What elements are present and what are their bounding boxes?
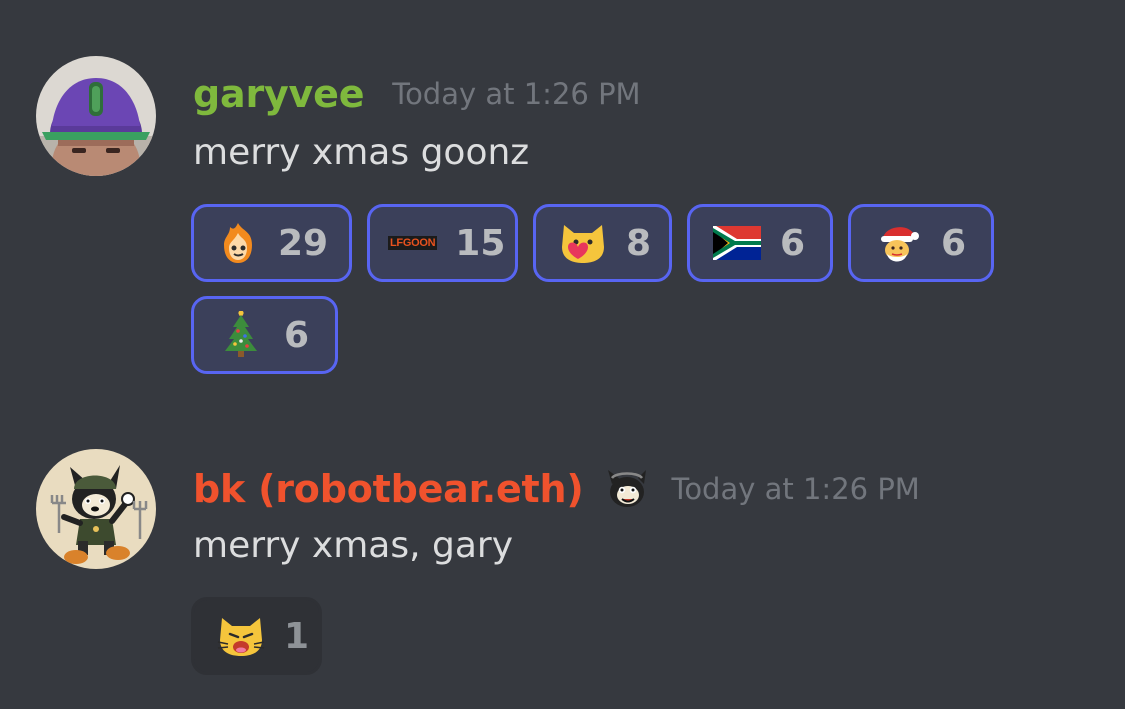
avatar[interactable]: [36, 56, 156, 176]
message-header: garyvee Today at 1:26 PM: [193, 70, 641, 118]
reaction-christmas-tree[interactable]: 6: [191, 296, 338, 374]
goon-badge-icon[interactable]: [604, 466, 650, 512]
fire-goon-emoji: [216, 221, 260, 265]
timestamp[interactable]: Today at 1:26 PM: [672, 472, 920, 506]
heart-cat-emoji: [558, 221, 608, 265]
reaction-santa[interactable]: 6: [848, 204, 994, 282]
south-africa-flag-emoji: [712, 221, 762, 265]
reaction-fire-goon[interactable]: 29: [191, 204, 352, 282]
christmas-tree-emoji: [216, 311, 266, 357]
reaction-count: 8: [626, 222, 652, 264]
message-content: merry xmas, gary: [193, 525, 514, 566]
reactions: 29 LFGOON 15 8 6 6 6: [191, 204, 1011, 374]
reaction-heart-cat[interactable]: 8: [533, 204, 672, 282]
yelling-cat-emoji: [216, 614, 266, 658]
reaction-yelling-cat[interactable]: 1: [191, 597, 322, 675]
reaction-count: 1: [284, 615, 310, 657]
reaction-count: 15: [455, 222, 506, 264]
reaction-count: 6: [780, 222, 806, 264]
message-content: merry xmas goonz: [193, 132, 530, 173]
reactions: 1: [191, 597, 1011, 675]
message-header: bk (robotbear.eth) Today at 1:26 PM: [193, 465, 920, 513]
reaction-count: 6: [284, 314, 310, 356]
username[interactable]: garyvee: [193, 72, 364, 116]
avatar[interactable]: [36, 449, 156, 569]
reaction-count: 29: [278, 222, 329, 264]
reaction-south-africa-flag[interactable]: 6: [687, 204, 833, 282]
santa-emoji: [873, 221, 923, 265]
lfgoon-emoji-text: LFGOON: [388, 236, 438, 250]
chat-messages: garyvee Today at 1:26 PM merry xmas goon…: [0, 0, 1125, 709]
timestamp[interactable]: Today at 1:26 PM: [392, 77, 640, 111]
username[interactable]: bk (robotbear.eth): [193, 467, 584, 511]
reaction-count: 6: [941, 222, 967, 264]
lfgoon-emoji: LFGOON: [388, 221, 438, 265]
reaction-lfgoon[interactable]: LFGOON 15: [367, 204, 518, 282]
